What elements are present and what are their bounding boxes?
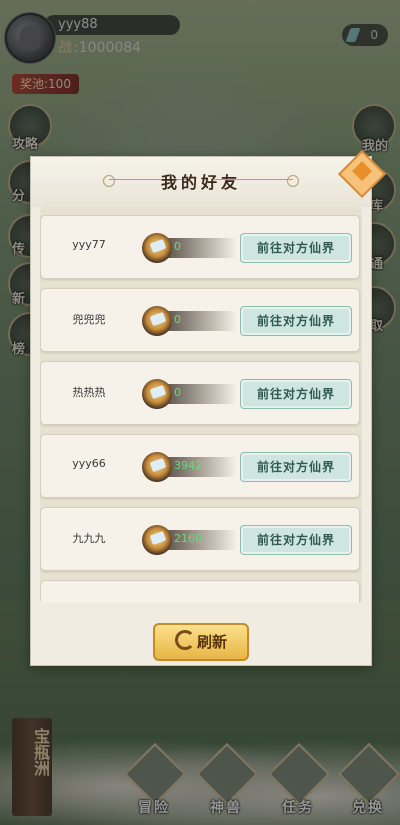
sword-badge-icon [142,452,172,482]
sword-badge-icon [142,233,172,263]
sword-badge-icon [142,525,172,555]
sword-badge-icon [142,306,172,336]
visit-realm-button[interactable]: 前往对方仙界 [240,306,352,336]
sword-badge-icon [142,379,172,409]
title-ornament-right [213,175,299,190]
modal-title: 我的好友 [160,173,241,192]
modal-titlebar: 我的好友 [31,157,371,207]
refresh-icon [174,630,195,650]
list-item: 九九九 2160 前往对方仙界 [40,507,360,571]
list-item: 兜兜兜 0 前往对方仙界 [40,288,360,352]
list-item: yyy77 0 前往对方仙界 [40,215,360,279]
visit-realm-button[interactable]: 前往对方仙界 [240,452,352,482]
friends-modal: 我的好友 yyy77 0 前往对方仙界 兜兜兜 0 前往对方仙界 热热热 0 前… [30,149,387,666]
visit-realm-button[interactable]: 前往对方仙界 [240,525,352,555]
visit-realm-button[interactable]: 前往对方仙界 [240,233,352,263]
refresh-label: 刷新 [196,633,227,651]
friend-list[interactable]: yyy77 0 前往对方仙界 兜兜兜 0 前往对方仙界 热热热 0 前往对方仙界… [40,207,362,603]
list-item: 热热热 0 前往对方仙界 [40,361,360,425]
friend-score: 2160 [174,532,202,545]
refresh-button[interactable]: 刷新 [153,623,249,661]
visit-realm-button[interactable]: 前往对方仙界 [240,379,352,409]
friend-name: 兜兜兜 [72,313,106,326]
friend-name: 九九九 [72,532,106,545]
friend-name: yyy66 [72,457,106,470]
friend-name: yyy77 [72,238,106,251]
friend-name: 热热热 [72,386,106,399]
friend-score: 0 [174,240,181,253]
friend-score: 3942 [174,459,202,472]
friend-score: 0 [174,313,181,326]
friend-score: 0 [174,386,181,399]
list-item: yyy66 3942 前往对方仙界 [40,434,360,498]
list-item-partial [40,580,360,603]
